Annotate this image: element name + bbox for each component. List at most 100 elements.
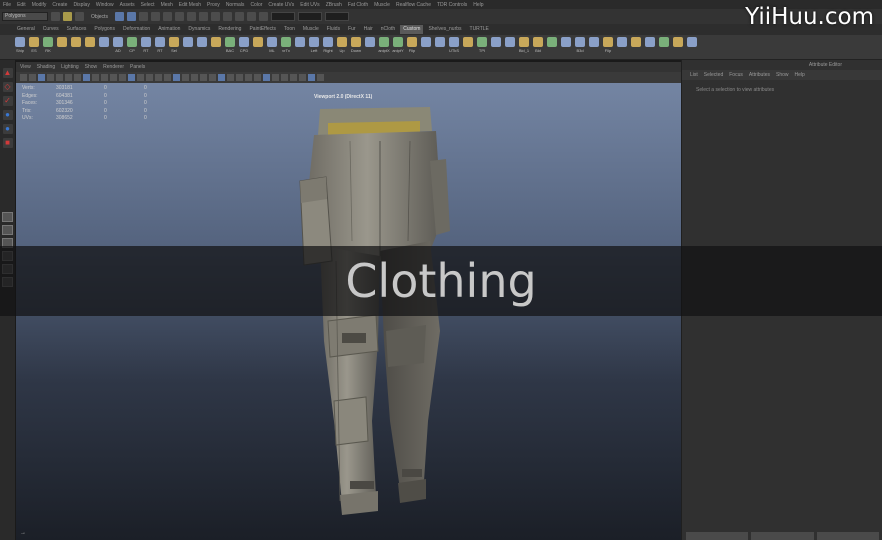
shelf-button[interactable] (70, 37, 82, 48)
shelf-tab[interactable]: nCloth (378, 25, 398, 34)
numeric-input-x[interactable] (270, 12, 295, 21)
shelf-button[interactable] (616, 37, 628, 48)
panel-tool-icon[interactable] (227, 74, 234, 81)
menu-item[interactable]: Fat Cloth (348, 2, 368, 8)
shelf-button[interactable] (252, 37, 264, 48)
panel-tool-icon[interactable] (29, 74, 36, 81)
snap-plane-icon[interactable] (186, 12, 196, 21)
panel-tool-icon[interactable] (236, 74, 243, 81)
shelf-button[interactable] (84, 37, 96, 48)
shelf-button[interactable]: aniptX (378, 37, 390, 53)
panel-tool-icon[interactable] (155, 74, 162, 81)
panel-tool-icon[interactable] (191, 74, 198, 81)
panel-tool-icon[interactable] (101, 74, 108, 81)
open-scene-icon[interactable] (63, 12, 72, 21)
panel-tool-icon[interactable] (308, 74, 315, 81)
panel-tool-icon[interactable] (164, 74, 171, 81)
lasso-tool-icon[interactable]: ◇ (2, 82, 13, 92)
menu-item[interactable]: Muscle (374, 2, 390, 8)
shelf-button[interactable]: TPI (476, 37, 488, 53)
shelf-button[interactable] (630, 37, 642, 48)
panel-tool-icon[interactable] (38, 74, 45, 81)
shelf-button[interactable] (98, 37, 110, 48)
shelf-button[interactable]: Down (350, 37, 362, 53)
menu-item[interactable]: Display (73, 2, 89, 8)
panel-tool-icon[interactable] (47, 74, 54, 81)
panel-tool-icon[interactable] (182, 74, 189, 81)
ae-load-button[interactable] (751, 532, 814, 540)
panel-tool-icon[interactable] (272, 74, 279, 81)
panel-tool-icon[interactable] (20, 74, 27, 81)
panel-tool-icon[interactable] (209, 74, 216, 81)
numeric-input-y[interactable] (297, 12, 322, 21)
menu-item[interactable]: ZBrush (326, 2, 342, 8)
panel-tool-icon[interactable] (119, 74, 126, 81)
panel-menu-item[interactable]: Lighting (61, 64, 79, 70)
shelf-button[interactable]: Left (308, 37, 320, 53)
panel-tool-icon[interactable] (200, 74, 207, 81)
select-component-icon[interactable] (138, 12, 148, 21)
shelf-button[interactable]: Up (336, 37, 348, 53)
panel-tool-icon[interactable] (146, 74, 153, 81)
shelf-button[interactable] (434, 37, 446, 48)
shelf-button[interactable] (490, 37, 502, 48)
shelf-tab[interactable]: Muscle (300, 25, 322, 34)
shelf-button[interactable]: Sel (168, 37, 180, 53)
panel-menu-item[interactable]: Shading (37, 64, 55, 70)
shelf-button[interactable]: vrTx (280, 37, 292, 53)
cargo-pants-model[interactable] (280, 101, 480, 540)
panel-tool-icon[interactable] (290, 74, 297, 81)
panel-tool-icon[interactable] (245, 74, 252, 81)
menu-item[interactable]: TDR Controls (437, 2, 467, 8)
shelf-button[interactable]: CPD (238, 37, 250, 53)
panel-tool-icon[interactable] (110, 74, 117, 81)
menu-item[interactable]: Select (141, 2, 155, 8)
shelf-button[interactable]: ML (266, 37, 278, 53)
menu-item[interactable]: Normals (226, 2, 245, 8)
panel-tool-icon[interactable] (218, 74, 225, 81)
shelf-button[interactable] (210, 37, 222, 48)
save-scene-icon[interactable] (75, 12, 84, 21)
hypershade-icon[interactable] (246, 12, 256, 21)
shelf-button[interactable]: ES (28, 37, 40, 53)
panel-menu-item[interactable]: View (20, 64, 31, 70)
panel-menu-item[interactable]: Panels (130, 64, 145, 70)
shelf-button[interactable]: RT (154, 37, 166, 53)
shelf-button[interactable] (588, 37, 600, 48)
shelf-button[interactable]: CP (126, 37, 138, 53)
ae-select-button[interactable] (686, 532, 749, 540)
shelf-tab[interactable]: Polygons (91, 25, 118, 34)
menu-item[interactable]: Proxy (207, 2, 220, 8)
ae-menu-item[interactable]: Selected (704, 72, 723, 78)
shelf-tab[interactable]: Hair (361, 25, 376, 34)
panel-tool-icon[interactable] (281, 74, 288, 81)
render-icon[interactable] (210, 12, 220, 21)
ae-menu-item[interactable]: List (690, 72, 698, 78)
shelf-tab[interactable]: Dynamics (185, 25, 213, 34)
snap-curve-icon[interactable] (162, 12, 172, 21)
menu-item[interactable]: Color (250, 2, 262, 8)
shelf-button[interactable] (462, 37, 474, 48)
snap-grid-icon[interactable] (150, 12, 160, 21)
panel-tool-icon[interactable] (137, 74, 144, 81)
shelf-button[interactable] (644, 37, 656, 48)
shelf-tab[interactable]: Surfaces (64, 25, 90, 34)
menu-item[interactable]: Window (96, 2, 114, 8)
shelf-button[interactable] (420, 37, 432, 48)
menu-item[interactable]: File (3, 2, 11, 8)
panel-tool-icon[interactable] (92, 74, 99, 81)
shelf-button[interactable]: Bld (532, 37, 544, 53)
shelf-tab[interactable]: General (14, 25, 38, 34)
panel-tool-icon[interactable] (74, 74, 81, 81)
shelf-button[interactable]: B3d (574, 37, 586, 53)
input-line-icon[interactable] (258, 12, 268, 21)
menu-item[interactable]: Create (52, 2, 67, 8)
panel-menu-item[interactable]: Renderer (103, 64, 124, 70)
menu-item[interactable]: Help (473, 2, 483, 8)
shelf-tab[interactable]: Shelves_nurbs (425, 25, 464, 34)
panel-tool-icon[interactable] (65, 74, 72, 81)
shelf-button[interactable]: RK (42, 37, 54, 53)
panel-tool-icon[interactable] (173, 74, 180, 81)
menu-set-dropdown[interactable]: Polygons (2, 12, 48, 21)
menu-item[interactable]: Edit (17, 2, 26, 8)
